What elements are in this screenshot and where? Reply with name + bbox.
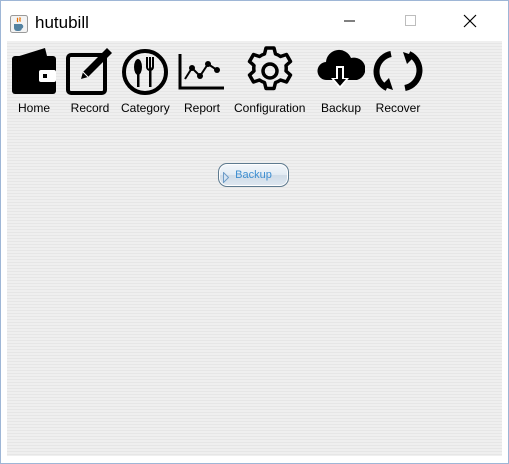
backup-button[interactable]: Backup bbox=[218, 163, 289, 187]
toolbar-item-report[interactable]: Report bbox=[178, 46, 226, 115]
wallet-icon bbox=[11, 46, 57, 96]
toolbar-item-label: Report bbox=[183, 101, 221, 115]
toolbar-item-label: Category bbox=[121, 101, 170, 115]
toolbar-item-recover[interactable]: Recover bbox=[373, 46, 423, 115]
maximize-icon bbox=[405, 14, 417, 32]
close-button[interactable] bbox=[447, 3, 493, 43]
close-icon bbox=[463, 14, 477, 33]
toolbar-item-label: Configuration bbox=[234, 101, 306, 115]
edit-icon bbox=[65, 46, 115, 96]
main-panel: Home Record Category Report Configuratio… bbox=[7, 41, 502, 456]
toolbar-item-configuration[interactable]: Configuration bbox=[234, 46, 305, 115]
window-title: hutubill bbox=[35, 13, 89, 32]
cutlery-icon bbox=[121, 46, 169, 96]
title-bar[interactable]: hutubill bbox=[1, 1, 508, 41]
toolbar-item-label: Backup bbox=[320, 101, 362, 115]
minimize-icon bbox=[344, 14, 356, 32]
toolbar-item-label: Home bbox=[17, 101, 50, 115]
toolbar-item-category[interactable]: Category bbox=[121, 46, 170, 115]
toolbar-item-label: Record bbox=[70, 101, 110, 115]
backup-button-label: Backup bbox=[235, 169, 272, 181]
maximize-button[interactable] bbox=[388, 3, 434, 43]
minimize-button[interactable] bbox=[327, 3, 373, 43]
line-chart-icon bbox=[178, 46, 226, 96]
toolbar-item-record[interactable]: Record bbox=[65, 46, 115, 115]
toolbar-item-backup[interactable]: Backup bbox=[317, 46, 365, 115]
refresh-icon bbox=[373, 46, 423, 96]
toolbar-item-home[interactable]: Home bbox=[11, 46, 57, 115]
play-arrow-icon bbox=[223, 170, 230, 188]
java-coffee-icon bbox=[10, 15, 28, 33]
app-window: hutubill Home Record Category Report Con… bbox=[0, 0, 509, 464]
toolbar-item-label: Recover bbox=[375, 101, 421, 115]
gear-icon bbox=[245, 46, 295, 96]
cloud-download-icon bbox=[317, 46, 365, 96]
